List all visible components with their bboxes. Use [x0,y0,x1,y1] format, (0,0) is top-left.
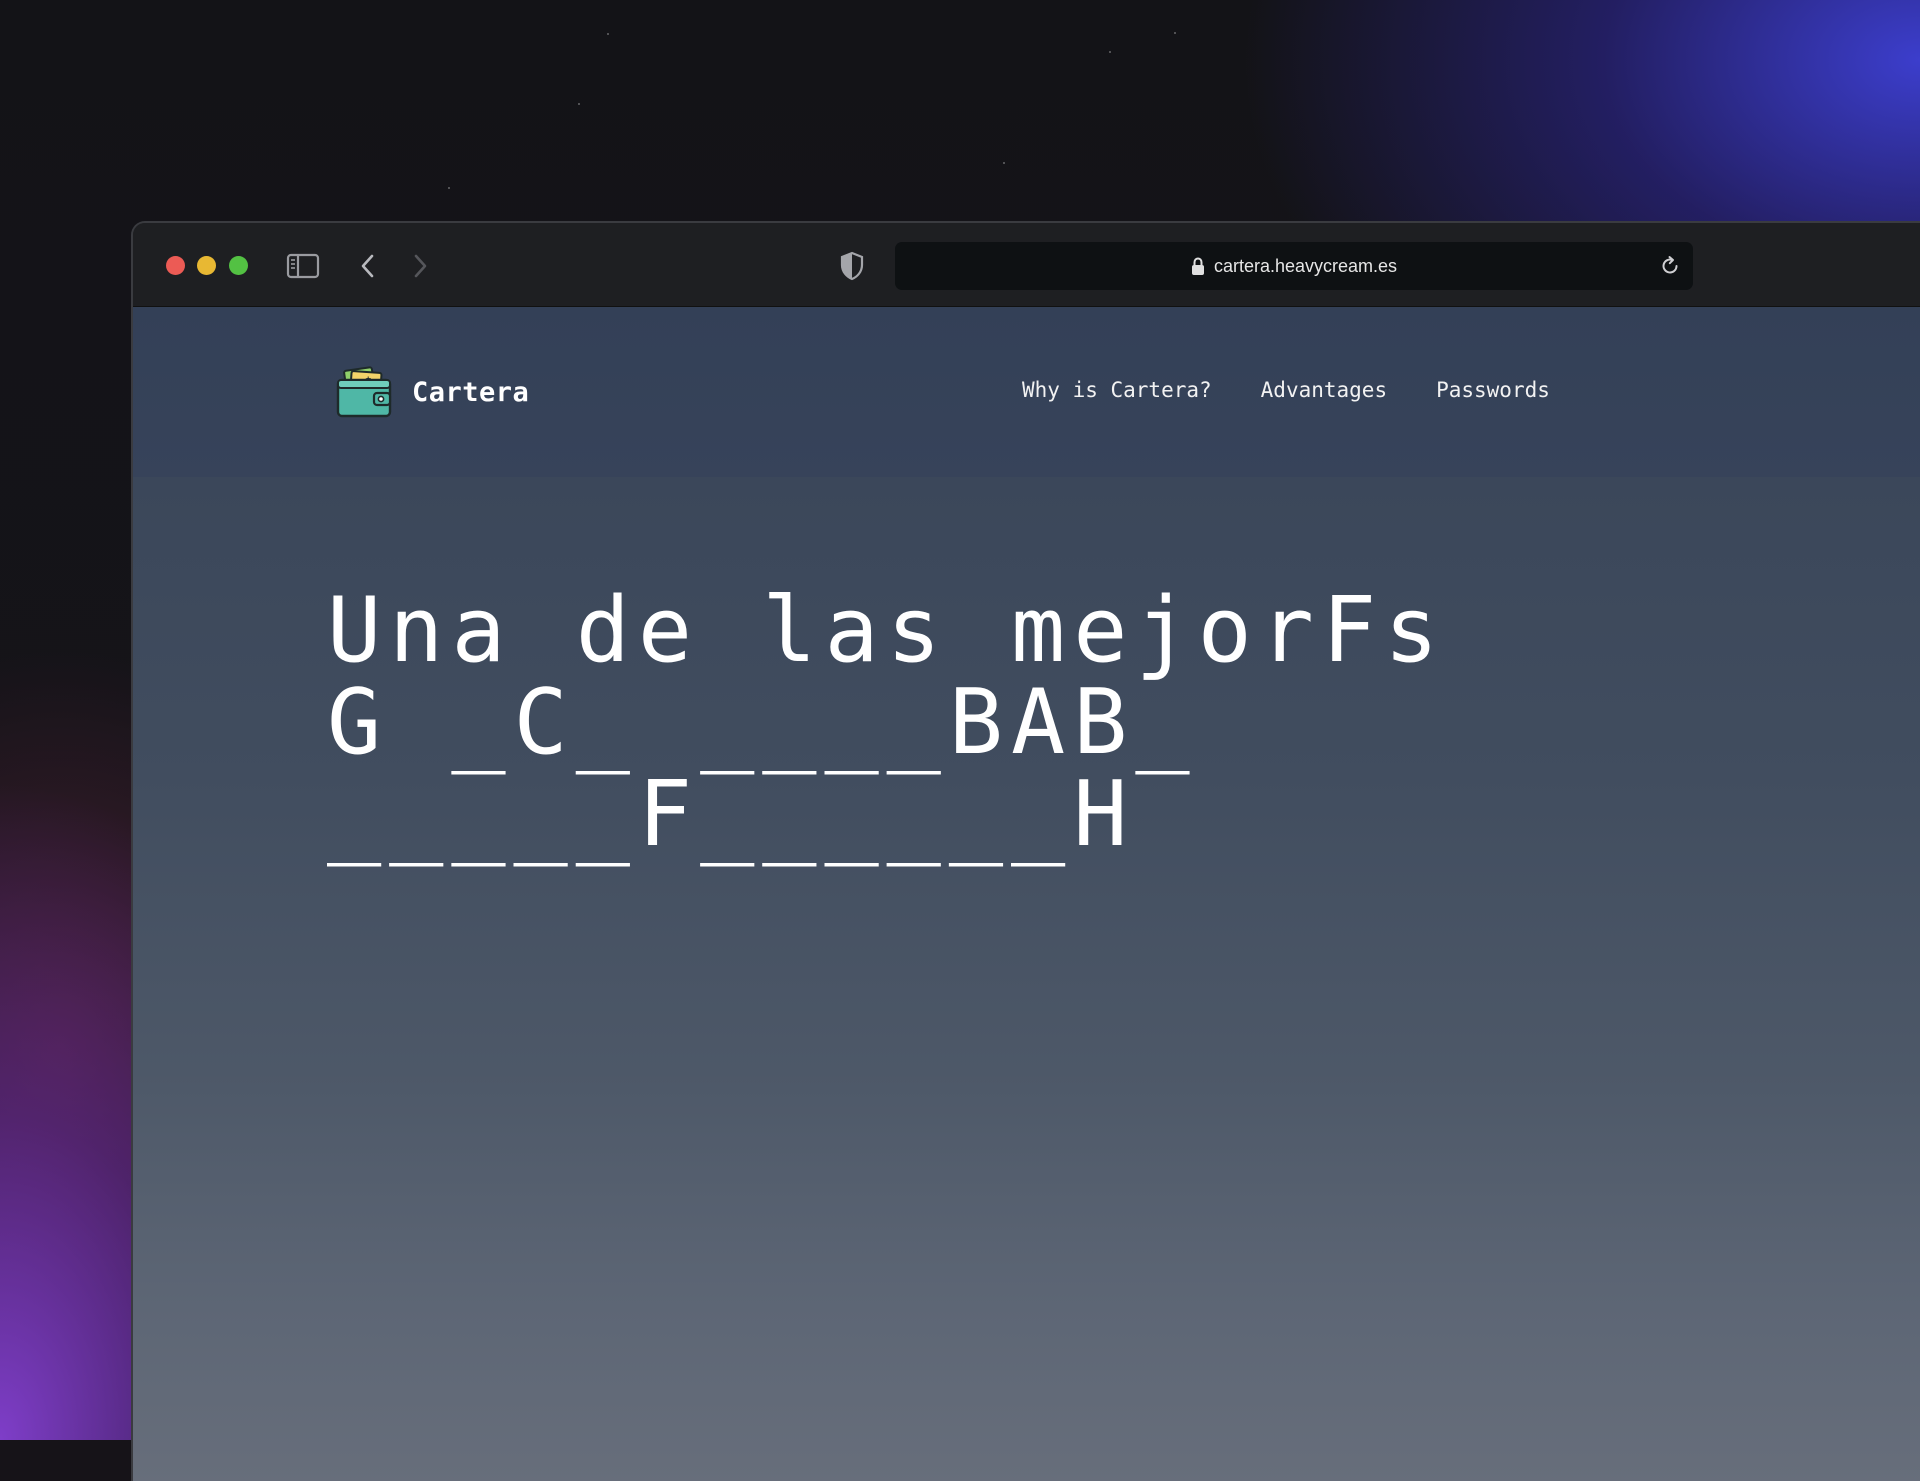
star [607,33,609,35]
reload-button[interactable] [1655,251,1685,281]
chevron-right-icon [414,254,427,278]
brand-link[interactable]: $ Cartera [336,366,529,418]
wallet-icon: $ [336,366,392,418]
chevron-left-icon [361,254,374,278]
nav-link-passwords[interactable]: Passwords [1436,378,1550,402]
brand-name: Cartera [412,376,530,408]
lock-icon [1191,256,1204,275]
hero-line: G _C_ ____BAB_ [327,670,1198,775]
page-viewport: $ Cartera Why is Cartera? Advantages Pas… [133,307,1920,1481]
star [448,187,450,189]
nav-link-advantages[interactable]: Advantages [1261,378,1387,402]
zoom-window-button[interactable] [229,256,248,275]
url-text: cartera.heavycream.es [1213,255,1398,276]
address-bar[interactable]: cartera.heavycream.es [895,242,1693,290]
sidebar-toggle-button[interactable] [285,247,321,285]
sidebar-icon [286,253,320,279]
hero-line: _____F______H [327,762,1136,867]
star [1174,32,1176,34]
close-window-button[interactable] [166,256,185,275]
nav-link-why[interactable]: Why is Cartera? [1022,378,1212,402]
back-button[interactable] [353,247,383,285]
reload-icon [1662,256,1678,274]
browser-toolbar: cartera.heavycream.es [133,223,1920,307]
browser-window: cartera.heavycream.es $ [131,221,1920,1481]
star [578,103,580,105]
minimize-window-button[interactable] [197,256,216,275]
hero-line: Una de las mejorFs [327,578,1447,683]
star [1109,51,1111,53]
forward-button[interactable] [405,247,435,285]
star [1003,162,1005,164]
shield-icon [840,251,864,281]
main-nav: Why is Cartera? Advantages Passwords [1022,378,1550,402]
hero-headline: Una de las mejorFs G _C_ ____BAB_ _____F… [327,585,1446,861]
site-header: $ Cartera Why is Cartera? Advantages Pas… [133,307,1920,477]
privacy-report-button[interactable] [835,247,869,285]
